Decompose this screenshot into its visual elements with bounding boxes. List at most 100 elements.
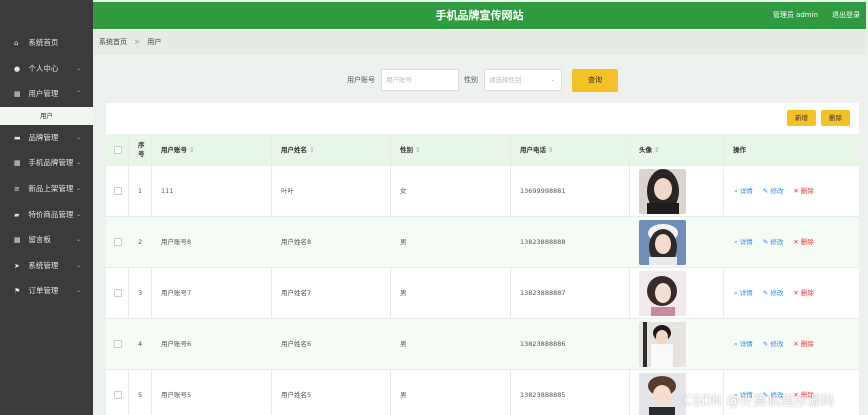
row-checkbox[interactable] (114, 187, 122, 195)
sidebar-item-phone-brands[interactable]: ▦ 手机品牌管理 ⌄ (0, 150, 93, 176)
detail-button[interactable]: ⌕ 详情 (734, 268, 753, 318)
row-actions: ⌕ 详情 ✎ 修改 ✕ 删除 (734, 166, 822, 216)
avatar-image (639, 322, 686, 367)
avatar[interactable] (639, 271, 686, 316)
detail-button[interactable]: ⌕ 详情 (734, 217, 753, 267)
cell-gender: 男 (400, 238, 407, 246)
row-checkbox[interactable] (114, 289, 122, 297)
edit-button[interactable]: ✎ 修改 (763, 319, 784, 369)
cell-gender: 男 (400, 391, 407, 399)
breadcrumb-current: 用户 (147, 38, 162, 46)
account-input[interactable]: 用户账号 (381, 69, 459, 91)
select-all-checkbox[interactable] (114, 146, 122, 154)
sidebar-item-home[interactable]: ⌂ 系统首页 (0, 30, 93, 56)
cell-phone: 13823888888 (520, 238, 566, 246)
cell-name: 用户姓名8 (281, 238, 312, 246)
row-actions: ⌕ 详情 ✎ 修改 ✕ 删除 (734, 217, 822, 267)
cell-seq: 2 (138, 238, 143, 246)
delete-button[interactable]: 删除 (821, 110, 850, 126)
current-user: 管理员 admin (772, 11, 818, 19)
sidebar-item-label: 系统管理 (28, 260, 59, 270)
chevron-up-icon: ⌃ (75, 90, 81, 98)
delete-label: 删除 (800, 187, 814, 195)
edit-button[interactable]: ✎ 修改 (763, 217, 784, 267)
delete-row-button[interactable]: ✕ 删除 (793, 166, 814, 216)
avatar[interactable] (639, 322, 686, 367)
app-header: 手机品牌宣传网站 管理员 admin 退出登录 (93, 2, 866, 29)
sidebar-item-system[interactable]: ➤ 系统管理 ⌄ (0, 253, 93, 279)
column-header-label: 用户姓名 (281, 146, 307, 154)
detail-button[interactable]: ⌕ 详情 (734, 166, 753, 216)
sidebar-item-new-products[interactable]: ≡ 新品上架管理 ⌄ (0, 176, 93, 202)
column-header-name[interactable]: 用户姓名 ⇕ (281, 134, 314, 166)
edit-button[interactable]: ✎ 修改 (763, 268, 784, 318)
sidebar-item-orders[interactable]: ⚑ 订单管理 ⌄ (0, 278, 93, 304)
edit-button[interactable]: ✎ 修改 (763, 166, 784, 216)
sidebar-item-brands[interactable]: ▬ 品牌管理 ⌄ (0, 125, 93, 151)
sliders-icon: ≡ (14, 184, 20, 193)
breadcrumb-home[interactable]: 系统首页 (99, 38, 127, 46)
column-header-label: 性别 (400, 146, 413, 154)
chat-icon: ▰ (14, 210, 20, 219)
table-row[interactable]: 4 用户账号6 用户姓名6 男 13823888886 ⌕ 详情 ✎ 修改 ✕ … (106, 319, 859, 370)
sort-icon: ⇕ (189, 146, 195, 154)
gender-label: 性别 (464, 76, 478, 84)
row-checkbox[interactable] (114, 340, 122, 348)
column-header-phone[interactable]: 用户电话 ⇕ (520, 134, 553, 166)
row-actions: ⌕ 详情 ✎ 修改 ✕ 删除 (734, 268, 822, 318)
seq-header-line1: 序 (138, 141, 145, 149)
column-header-account[interactable]: 用户账号 ⇕ (161, 134, 194, 166)
chevron-down-icon: ⌄ (75, 133, 81, 141)
cell-gender: 男 (400, 340, 407, 348)
sidebar-subitem-user[interactable]: 用户 (0, 106, 93, 125)
delete-row-button[interactable]: ✕ 删除 (793, 268, 814, 318)
detail-button[interactable]: ⌕ 详情 (734, 319, 753, 369)
sidebar-item-profile[interactable]: ● 个人中心 ⌄ (0, 56, 93, 82)
detail-label: 详情 (739, 187, 753, 195)
gender-select[interactable]: 请选择性别 ⌄ (484, 69, 562, 91)
flag-icon: ⚑ (14, 287, 21, 296)
chevron-down-icon: ⌄ (75, 236, 81, 244)
add-button[interactable]: 新增 (787, 110, 816, 126)
query-button[interactable]: 查询 (572, 69, 618, 92)
grid-icon: ▦ (14, 90, 21, 99)
row-checkbox[interactable] (114, 238, 122, 246)
avatar[interactable] (639, 373, 686, 415)
edit-label: 修改 (770, 238, 784, 246)
cell-seq: 5 (138, 391, 143, 399)
sidebar-item-users[interactable]: ▦ 用户管理 ⌃ (0, 81, 93, 107)
sidebar-item-label: 用户管理 (28, 89, 59, 99)
delete-label: 删除 (800, 340, 814, 348)
row-checkbox[interactable] (114, 391, 122, 399)
cell-seq: 4 (138, 340, 143, 348)
chevron-down-icon: ⌄ (75, 159, 81, 167)
sidebar-item-label: 特价商品管理 (28, 209, 74, 219)
search-bar: 用户账号 用户账号 性别 请选择性别 ⌄ 查询 (93, 55, 866, 103)
sidebar-item-messages[interactable]: ▦ 留言板 ⌄ (0, 227, 93, 253)
delete-row-button[interactable]: ✕ 删除 (793, 217, 814, 267)
cell-seq: 1 (138, 187, 143, 195)
sidebar-item-specials[interactable]: ▰ 特价商品管理 ⌄ (0, 202, 93, 228)
sidebar-item-label: 手机品牌管理 (28, 158, 74, 168)
cell-name: 用户姓名5 (281, 391, 312, 399)
cell-account: 用户账号5 (161, 391, 192, 399)
sidebar-item-label: 品牌管理 (28, 132, 59, 142)
gender-select-placeholder: 请选择性别 (489, 76, 522, 84)
logout-link[interactable]: 退出登录 (832, 2, 860, 29)
table-row[interactable]: 3 用户账号7 用户姓名7 男 13823888887 ⌕ 详情 ✎ 修改 ✕ … (106, 268, 859, 319)
avatar-image (639, 373, 686, 415)
cell-name: 用户姓名7 (281, 289, 312, 297)
table-row[interactable]: 2 用户账号8 用户姓名8 男 13823888888 ⌕ 详情 ✎ 修改 ✕ … (106, 217, 859, 268)
avatar[interactable] (639, 220, 686, 265)
delete-label: 删除 (800, 289, 814, 297)
avatar-image (639, 271, 686, 316)
cell-account: 用户账号8 (161, 238, 192, 246)
table-row[interactable]: 1 111 叶叶 女 13699998881 ⌕ 详情 ✎ 修改 ✕ 删除 (106, 166, 859, 217)
chevron-down-icon: ⌄ (75, 287, 81, 295)
avatar[interactable] (639, 169, 686, 214)
column-header-gender[interactable]: 性别 ⇕ (400, 134, 420, 166)
column-header-avatar[interactable]: 头像 ⇕ (639, 134, 659, 166)
delete-row-button[interactable]: ✕ 删除 (793, 319, 814, 369)
box-icon: ▬ (14, 133, 21, 142)
send-icon: ➤ (14, 261, 20, 270)
